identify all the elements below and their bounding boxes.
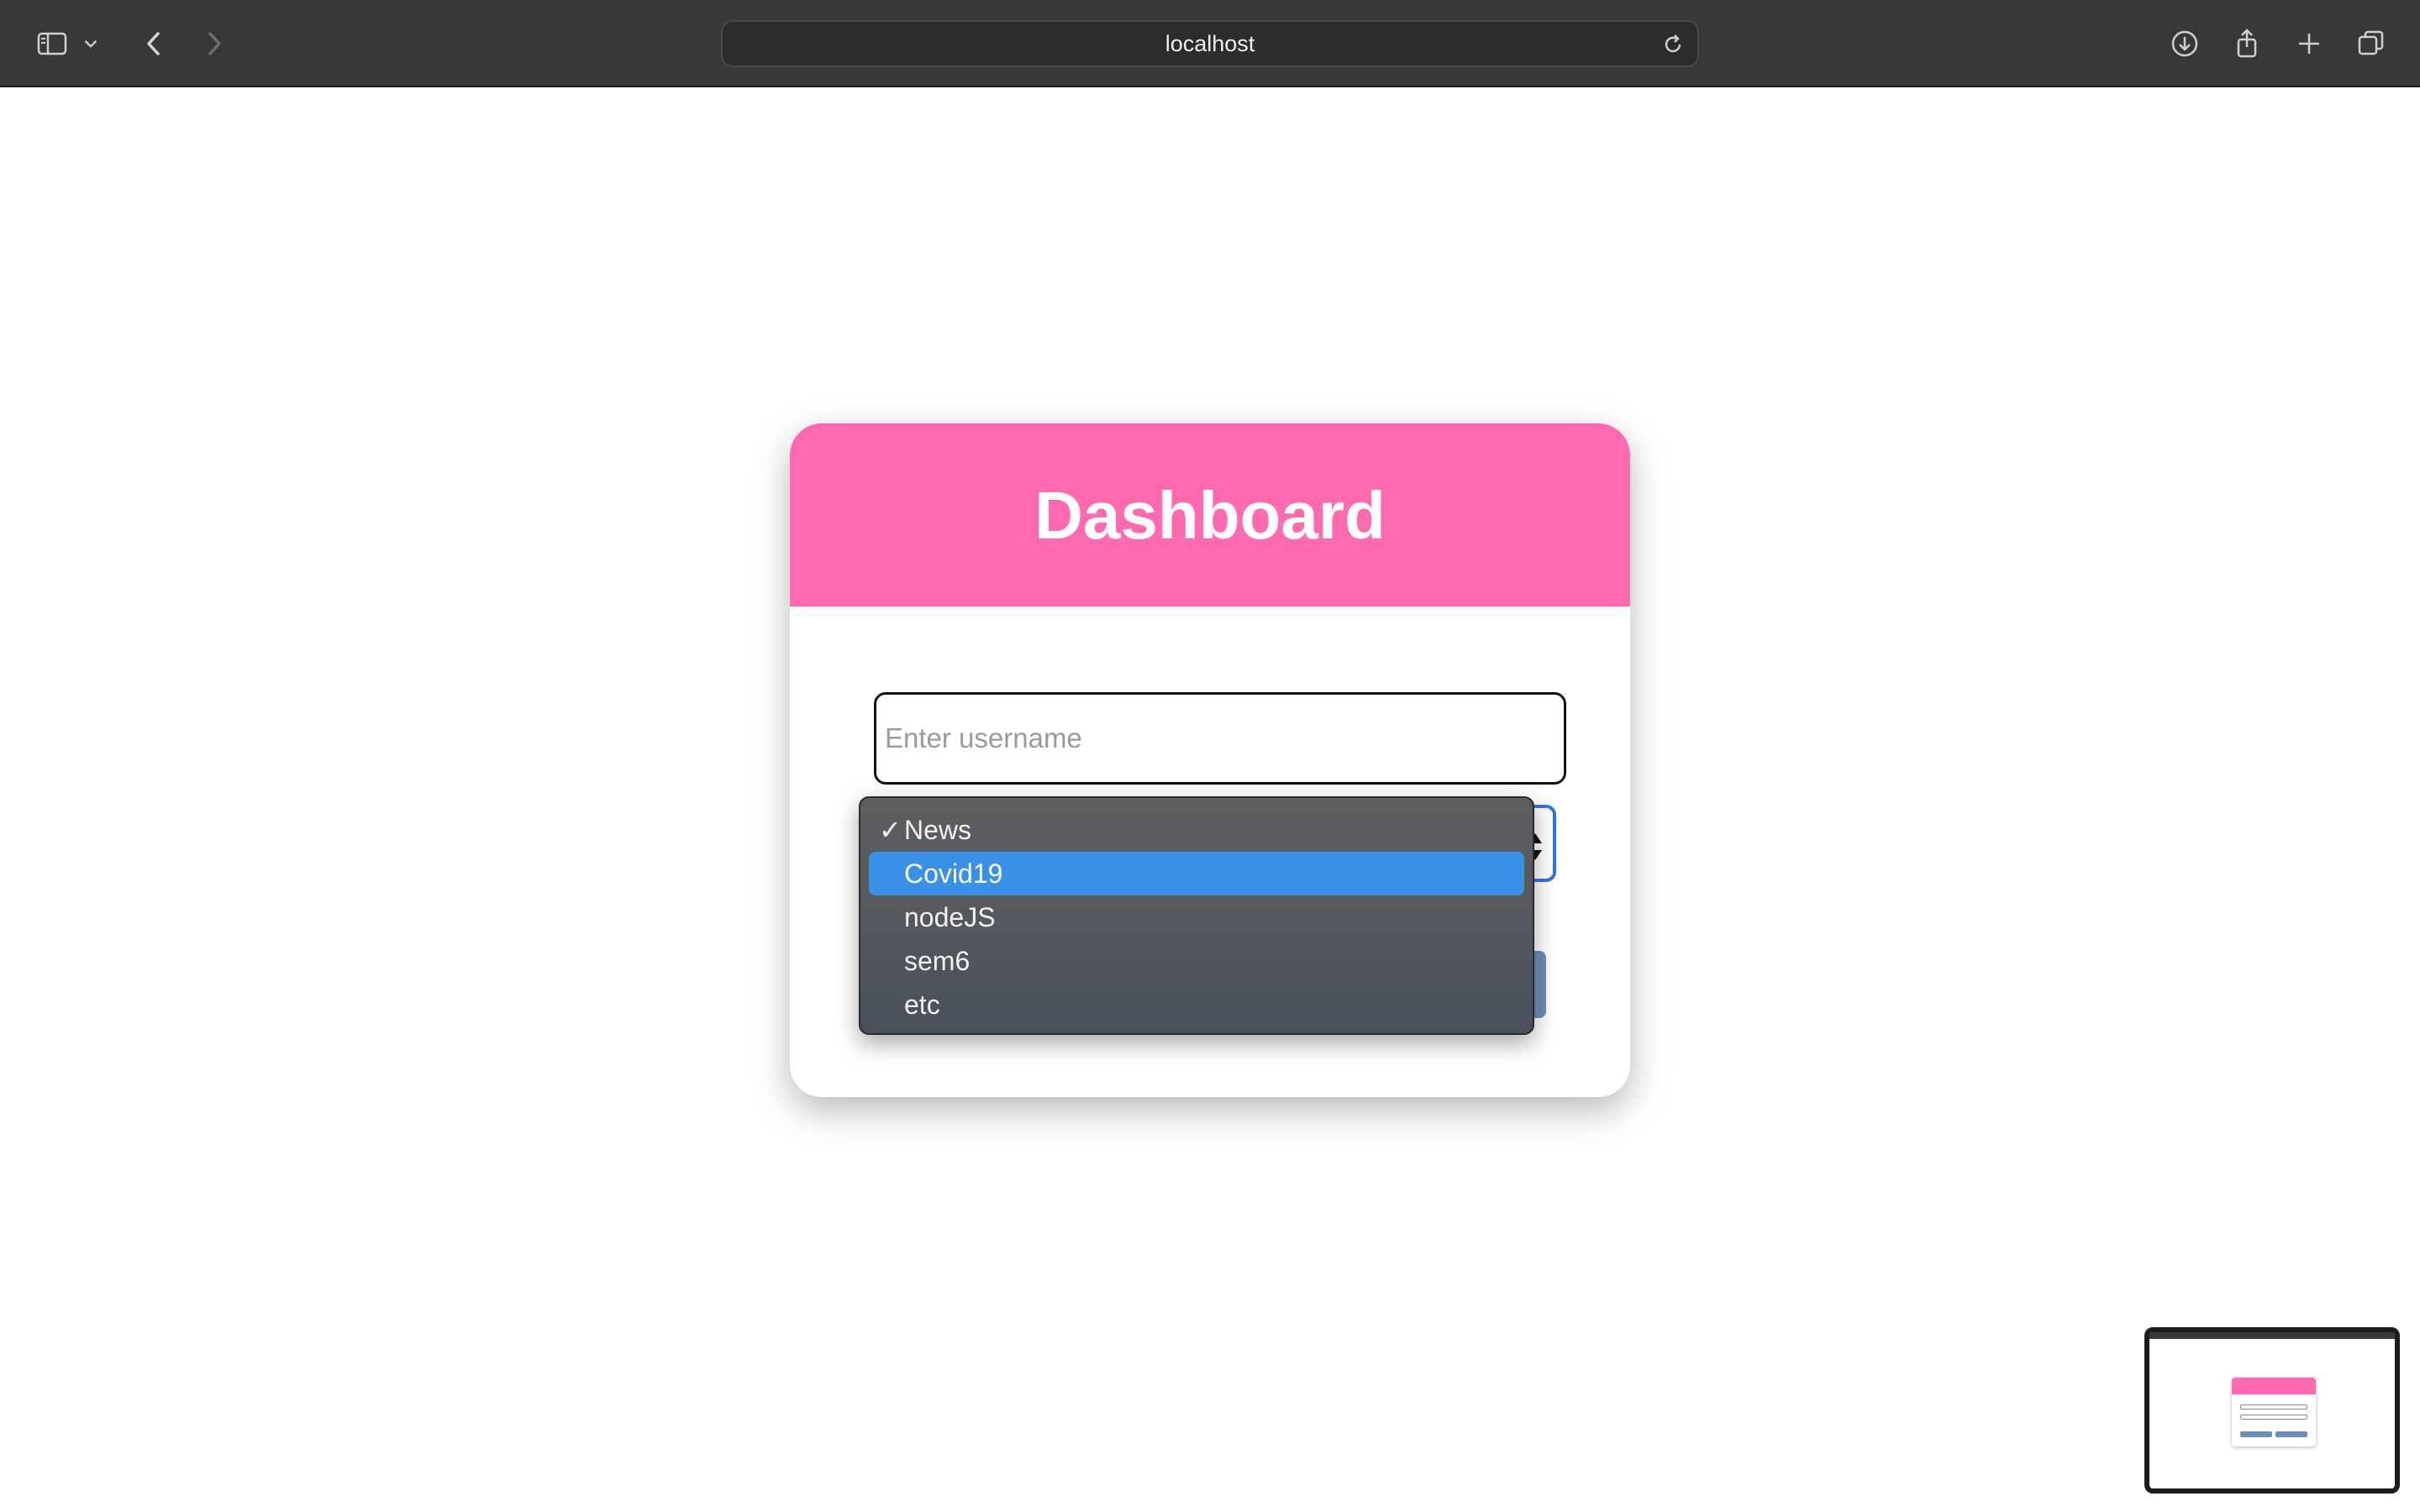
dropdown-option-etc[interactable]: etc — [869, 983, 1524, 1026]
thumbnail-card-header — [2232, 1378, 2316, 1394]
tabs-icon[interactable] — [2349, 22, 2393, 66]
page-title: Dashboard — [1034, 478, 1386, 553]
address-bar[interactable]: localhost — [721, 20, 1699, 67]
thumbnail-select — [2240, 1415, 2307, 1420]
thumbnail-button-right — [2275, 1431, 2307, 1437]
screenshot-thumbnail[interactable] — [2144, 1327, 2400, 1494]
browser-toolbar: localhost — [0, 0, 2420, 87]
thumbnail-input — [2240, 1404, 2307, 1410]
dropdown-option-nodejs[interactable]: nodeJS — [869, 895, 1524, 939]
chevron-down-icon[interactable] — [77, 22, 104, 66]
share-icon[interactable] — [2225, 22, 2269, 66]
thumbnail-card — [2232, 1378, 2316, 1446]
thumbnail-toolbar — [2149, 1332, 2395, 1339]
checkmark-icon: ✓ — [879, 815, 902, 845]
card-header: Dashboard — [790, 423, 1630, 606]
dropdown-option-news[interactable]: ✓ News — [869, 808, 1524, 852]
download-icon[interactable] — [2163, 22, 2207, 66]
reload-icon[interactable] — [1660, 32, 1686, 57]
username-input[interactable] — [874, 692, 1566, 785]
forward-chevron-right-icon[interactable] — [192, 22, 235, 66]
category-dropdown-menu: ✓ News Covid19 nodeJS sem6 etc — [859, 796, 1534, 1035]
thumbnail-preview — [2149, 1332, 2395, 1488]
dropdown-option-sem6[interactable]: sem6 — [869, 939, 1524, 983]
plus-icon[interactable] — [2287, 22, 2331, 66]
dropdown-option-covid19[interactable]: Covid19 — [869, 852, 1524, 895]
sidebar-icon[interactable] — [30, 22, 74, 66]
url-text: localhost — [1165, 31, 1255, 56]
back-chevron-left-icon[interactable] — [133, 22, 176, 66]
thumbnail-button-left — [2240, 1431, 2272, 1437]
